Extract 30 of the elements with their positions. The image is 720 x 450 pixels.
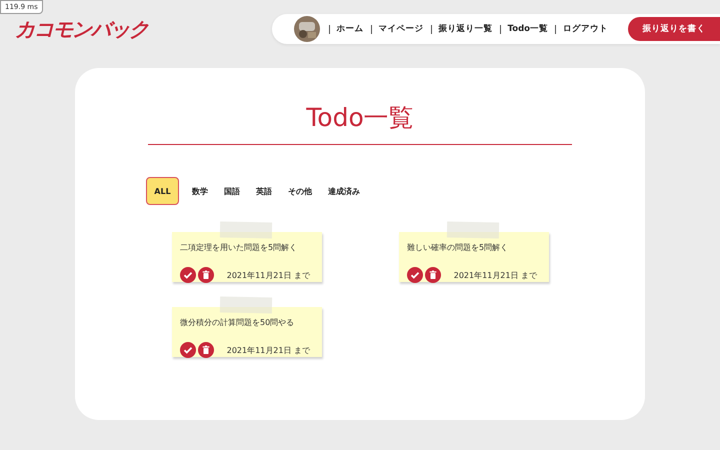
todo-text: 難しい確率の問題を5問解く bbox=[407, 242, 510, 253]
nav-link[interactable]: 振り返り一覧 bbox=[438, 23, 493, 35]
avatar-icon[interactable] bbox=[294, 16, 320, 42]
tape bbox=[220, 222, 272, 238]
filter-tab[interactable]: 数学 bbox=[186, 177, 214, 205]
todo-text: 微分積分の計算問題を50問やる bbox=[180, 317, 296, 328]
filter-tab[interactable]: その他 bbox=[282, 177, 318, 205]
filter-tab[interactable]: 英語 bbox=[250, 177, 278, 205]
logo[interactable]: カコモンバック bbox=[15, 18, 148, 40]
trash-icon[interactable] bbox=[425, 267, 441, 283]
tape bbox=[220, 296, 272, 314]
write-button[interactable]: 振り返りを書く bbox=[628, 17, 720, 41]
todo-text: 二項定理を用いた問題を5問解く bbox=[180, 242, 298, 253]
check-icon[interactable] bbox=[180, 342, 196, 358]
nav-link[interactable]: ホーム bbox=[336, 23, 364, 35]
filter-tab[interactable]: 国語 bbox=[218, 177, 246, 205]
page-title: Todo一覧 bbox=[306, 102, 414, 134]
filter-tab[interactable]: ALL bbox=[146, 177, 179, 205]
due-date: 2021年11月21日 まで bbox=[226, 344, 310, 356]
trash-icon[interactable] bbox=[198, 267, 214, 283]
nav-link[interactable]: Todo一覧 bbox=[508, 23, 548, 35]
check-icon[interactable] bbox=[407, 267, 423, 283]
tape bbox=[446, 222, 500, 238]
check-icon[interactable] bbox=[180, 267, 196, 283]
nav-link[interactable]: ログアウト bbox=[563, 23, 608, 35]
due-date: 2021年11月21日 まで bbox=[226, 270, 310, 280]
nav-link[interactable]: マイページ bbox=[378, 23, 424, 35]
due-date: 2021年11月21日 まで bbox=[454, 270, 537, 280]
trash-icon[interactable] bbox=[198, 342, 214, 358]
filter-tab[interactable]: 達成済み bbox=[322, 177, 366, 205]
